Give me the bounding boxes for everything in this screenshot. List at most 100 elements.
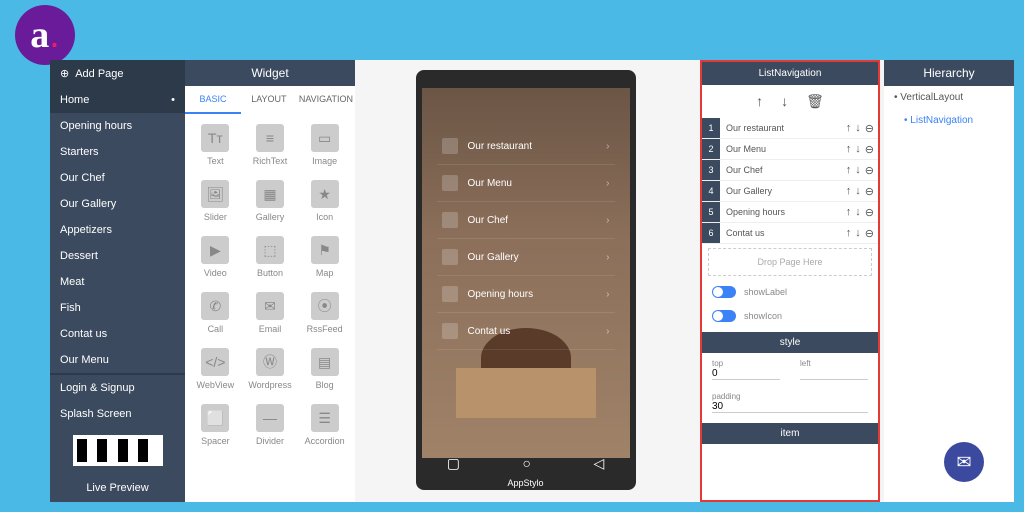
drop-zone[interactable]: Drop Page Here xyxy=(708,248,872,276)
arrow-up-icon[interactable]: ↑ xyxy=(846,122,852,135)
tab-navigation[interactable]: NAVIGATION xyxy=(297,86,355,114)
hierarchy-title: Hierarchy xyxy=(884,60,1014,86)
nav-back-icon[interactable]: ▢ xyxy=(447,455,460,472)
page-item[interactable]: Meat xyxy=(50,269,185,295)
arrow-down-icon[interactable]: ↓ xyxy=(855,206,861,219)
support-fab[interactable]: ✉ xyxy=(944,442,984,482)
widget-rssfeed[interactable]: ⦿RssFeed xyxy=(298,286,351,340)
widget-panel-title: Widget xyxy=(185,60,355,86)
add-page-label: Add Page xyxy=(75,68,123,80)
phone-screen[interactable]: Our restaurant› Our Menu› Our Chef› Our … xyxy=(422,88,630,458)
nav-item[interactable]: Contat us› xyxy=(437,313,615,350)
nav-item[interactable]: Our Menu› xyxy=(437,165,615,202)
page-item-home[interactable]: Home xyxy=(50,87,185,113)
marker-icon xyxy=(442,138,458,154)
arrow-down-icon[interactable]: ↓ xyxy=(855,143,861,156)
page-item[interactable]: Dessert xyxy=(50,243,185,269)
top-input[interactable] xyxy=(712,368,780,380)
chevron-right-icon: › xyxy=(606,141,609,152)
chevron-right-icon: › xyxy=(606,215,609,226)
widget-text[interactable]: TᴛText xyxy=(189,118,242,172)
widget-map[interactable]: ⚑Map xyxy=(298,230,351,284)
chevron-right-icon: › xyxy=(606,252,609,263)
remove-icon[interactable]: ⊖ xyxy=(865,164,874,177)
widget-accordion[interactable]: ☰Accordion xyxy=(298,398,351,452)
page-item[interactable]: Our Chef xyxy=(50,165,185,191)
chevron-right-icon: › xyxy=(606,289,609,300)
padding-input[interactable] xyxy=(712,401,868,413)
gallery-icon xyxy=(442,249,458,265)
arrow-down-icon[interactable]: ↓ xyxy=(855,164,861,177)
nav-item[interactable]: Our Gallery› xyxy=(437,239,615,276)
page-item[interactable]: Our Gallery xyxy=(50,191,185,217)
widget-blog[interactable]: ▤Blog xyxy=(298,342,351,396)
list-row[interactable]: 3Our Chef↑↓⊖ xyxy=(702,160,878,181)
arrow-up-icon[interactable]: ↑ xyxy=(846,206,852,219)
delete-icon[interactable]: 🗑 xyxy=(806,93,824,110)
mail-icon: ✉ xyxy=(956,452,971,473)
arrow-up-icon[interactable]: ↑ xyxy=(846,227,852,240)
tab-basic[interactable]: BASIC xyxy=(185,86,241,114)
hierarchy-child[interactable]: • ListNavigation xyxy=(884,109,1014,132)
page-item[interactable]: Opening hours xyxy=(50,113,185,139)
widget-image[interactable]: ▭Image xyxy=(298,118,351,172)
widget-video[interactable]: ▶Video xyxy=(189,230,242,284)
remove-icon[interactable]: ⊖ xyxy=(865,143,874,156)
login-signup-item[interactable]: Login & Signup xyxy=(50,375,185,401)
widget-icon[interactable]: ★Icon xyxy=(298,174,351,228)
widget-wordpress[interactable]: ⓌWordpress xyxy=(244,342,297,396)
arrow-up-icon[interactable]: ↑ xyxy=(846,143,852,156)
phone-preview-area: Our restaurant› Our Menu› Our Chef› Our … xyxy=(355,60,696,502)
remove-icon[interactable]: ⊖ xyxy=(865,206,874,219)
brand-logo: a. xyxy=(15,5,75,65)
remove-icon[interactable]: ⊖ xyxy=(865,185,874,198)
remove-icon[interactable]: ⊖ xyxy=(865,227,874,240)
widget-richtext[interactable]: ≡RichText xyxy=(244,118,297,172)
hierarchy-panel: Hierarchy • VerticalLayout • ListNavigat… xyxy=(884,60,1014,502)
list-row[interactable]: 5Opening hours↑↓⊖ xyxy=(702,202,878,223)
add-page-button[interactable]: ⊕ Add Page xyxy=(50,60,185,87)
widget-button[interactable]: ⬚Button xyxy=(244,230,297,284)
list-row[interactable]: 1Our restaurant↑↓⊖ xyxy=(702,118,878,139)
page-item[interactable]: Starters xyxy=(50,139,185,165)
show-icon-toggle[interactable] xyxy=(712,310,736,322)
nav-recent-icon[interactable]: ◁ xyxy=(593,455,604,472)
widget-divider[interactable]: —Divider xyxy=(244,398,297,452)
list-row[interactable]: 6Contat us↑↓⊖ xyxy=(702,223,878,244)
widget-webview[interactable]: </>WebView xyxy=(189,342,242,396)
qr-code xyxy=(73,435,163,466)
page-item[interactable]: Fish xyxy=(50,295,185,321)
page-item[interactable]: Contat us xyxy=(50,321,185,347)
list-row[interactable]: 2Our Menu↑↓⊖ xyxy=(702,139,878,160)
arrow-down-icon[interactable]: ↓ xyxy=(855,185,861,198)
widget-call[interactable]: ✆Call xyxy=(189,286,242,340)
widget-grid: TᴛText ≡RichText ▭Image 🖼Slider ▦Gallery… xyxy=(185,114,355,456)
show-label-toggle[interactable] xyxy=(712,286,736,298)
hierarchy-root[interactable]: • VerticalLayout xyxy=(884,86,1014,109)
live-preview-label[interactable]: Live Preview xyxy=(50,474,185,502)
move-up-icon[interactable]: ↑ xyxy=(756,93,763,110)
arrow-down-icon[interactable]: ↓ xyxy=(855,227,861,240)
trophy-icon xyxy=(442,212,458,228)
phone-frame: Our restaurant› Our Menu› Our Chef› Our … xyxy=(416,70,636,490)
widget-spacer[interactable]: ⬜Spacer xyxy=(189,398,242,452)
widget-gallery[interactable]: ▦Gallery xyxy=(244,174,297,228)
arrow-up-icon[interactable]: ↑ xyxy=(846,164,852,177)
nav-item[interactable]: Our Chef› xyxy=(437,202,615,239)
page-item[interactable]: Our Menu xyxy=(50,347,185,373)
field-label: padding xyxy=(712,392,740,401)
page-item[interactable]: Appetizers xyxy=(50,217,185,243)
list-row[interactable]: 4Our Gallery↑↓⊖ xyxy=(702,181,878,202)
nav-home-icon[interactable]: ○ xyxy=(522,455,530,472)
left-input[interactable] xyxy=(800,368,868,380)
arrow-up-icon[interactable]: ↑ xyxy=(846,185,852,198)
nav-item[interactable]: Opening hours› xyxy=(437,276,615,313)
remove-icon[interactable]: ⊖ xyxy=(865,122,874,135)
move-down-icon[interactable]: ↓ xyxy=(781,93,788,110)
tab-layout[interactable]: LAYOUT xyxy=(241,86,297,114)
widget-email[interactable]: ✉Email xyxy=(244,286,297,340)
nav-item[interactable]: Our restaurant› xyxy=(437,128,615,165)
arrow-down-icon[interactable]: ↓ xyxy=(855,122,861,135)
splash-screen-item[interactable]: Splash Screen xyxy=(50,401,185,427)
widget-slider[interactable]: 🖼Slider xyxy=(189,174,242,228)
